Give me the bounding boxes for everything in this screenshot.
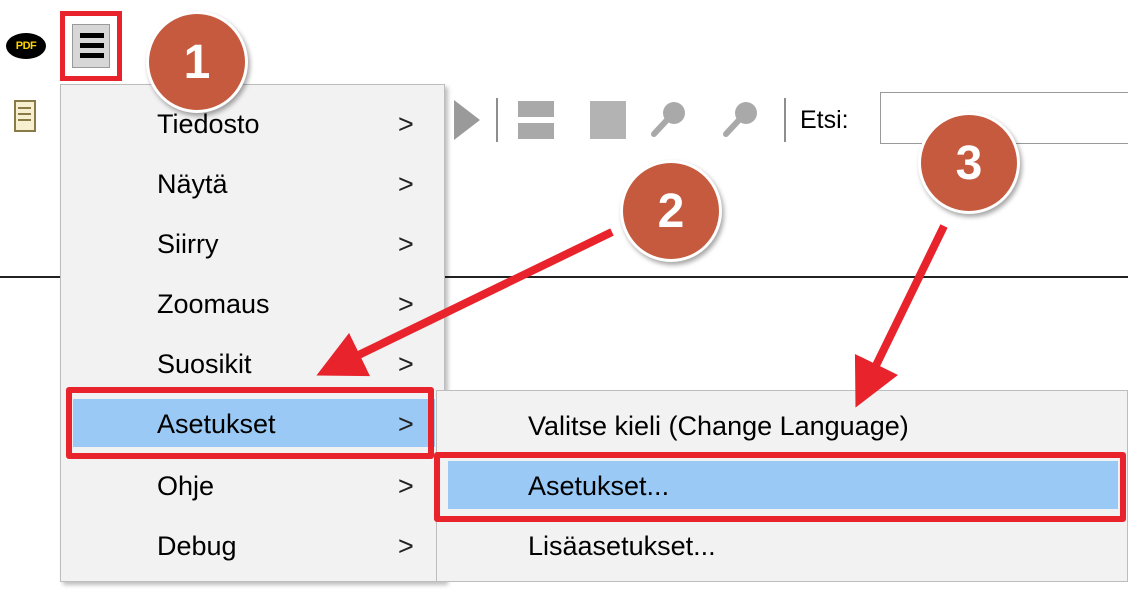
step-badge-2: 2 [620, 160, 722, 262]
arrow-to-submenu [854, 224, 948, 408]
arrow-to-asetukset [316, 228, 614, 377]
step-badge-3: 3 [918, 112, 1020, 214]
step-badge-1: 1 [146, 11, 248, 113]
